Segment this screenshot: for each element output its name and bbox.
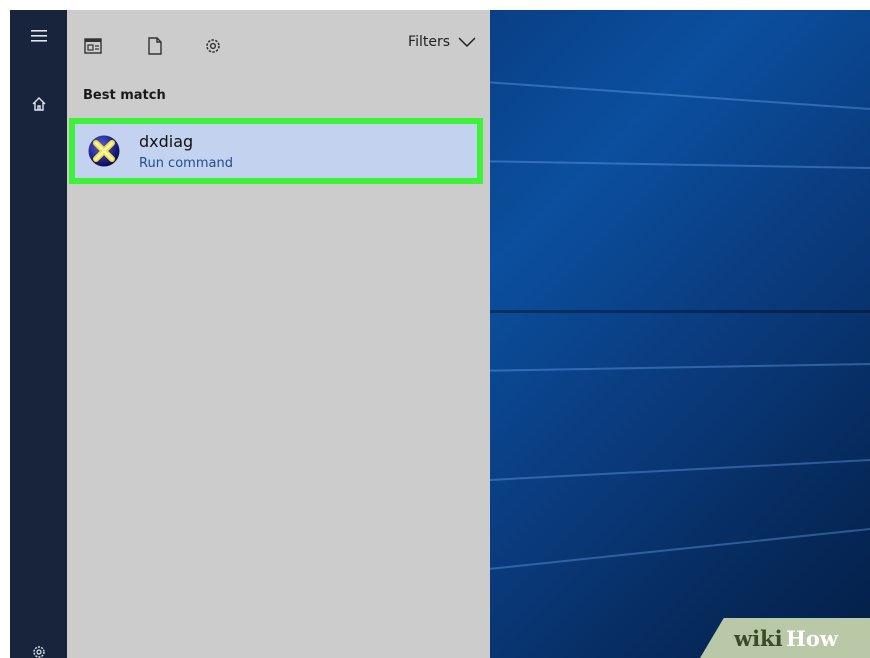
wikihow-watermark: wiki How bbox=[700, 618, 870, 658]
menu-button[interactable] bbox=[10, 16, 67, 56]
desktop-wallpaper: wiki How bbox=[490, 10, 870, 658]
start-menu-strip bbox=[10, 10, 67, 658]
search-results-panel: Filters Best match dxdiag Run command bbox=[67, 10, 490, 658]
home-icon bbox=[32, 97, 45, 111]
documents-filter-button[interactable] bbox=[141, 32, 169, 60]
apps-filter-button[interactable] bbox=[79, 32, 107, 60]
gear-icon bbox=[206, 39, 220, 53]
best-match-result[interactable]: dxdiag Run command bbox=[69, 118, 483, 184]
apps-icon bbox=[84, 38, 102, 54]
result-title: dxdiag bbox=[139, 132, 194, 151]
home-button[interactable] bbox=[10, 84, 67, 124]
hamburger-icon bbox=[30, 30, 47, 42]
best-match-heading: Best match bbox=[83, 88, 166, 103]
gear-icon bbox=[32, 646, 45, 658]
settings-button[interactable] bbox=[10, 632, 67, 658]
screenshot-frame: wiki How Filters Best match dxdiag Run c… bbox=[10, 10, 870, 658]
document-icon bbox=[148, 37, 162, 55]
result-subtitle: Run command bbox=[139, 156, 233, 171]
filters-dropdown[interactable]: Filters bbox=[408, 34, 476, 50]
wikihow-logo: wiki How bbox=[733, 626, 839, 651]
search-toolbar: Filters bbox=[67, 10, 490, 78]
filters-label: Filters bbox=[408, 34, 450, 50]
dxdiag-icon bbox=[88, 135, 120, 167]
search-settings-button[interactable] bbox=[199, 32, 227, 60]
svg-text:wiki: wiki bbox=[733, 626, 783, 651]
chevron-down-icon bbox=[458, 37, 476, 47]
svg-text:How: How bbox=[786, 626, 839, 651]
